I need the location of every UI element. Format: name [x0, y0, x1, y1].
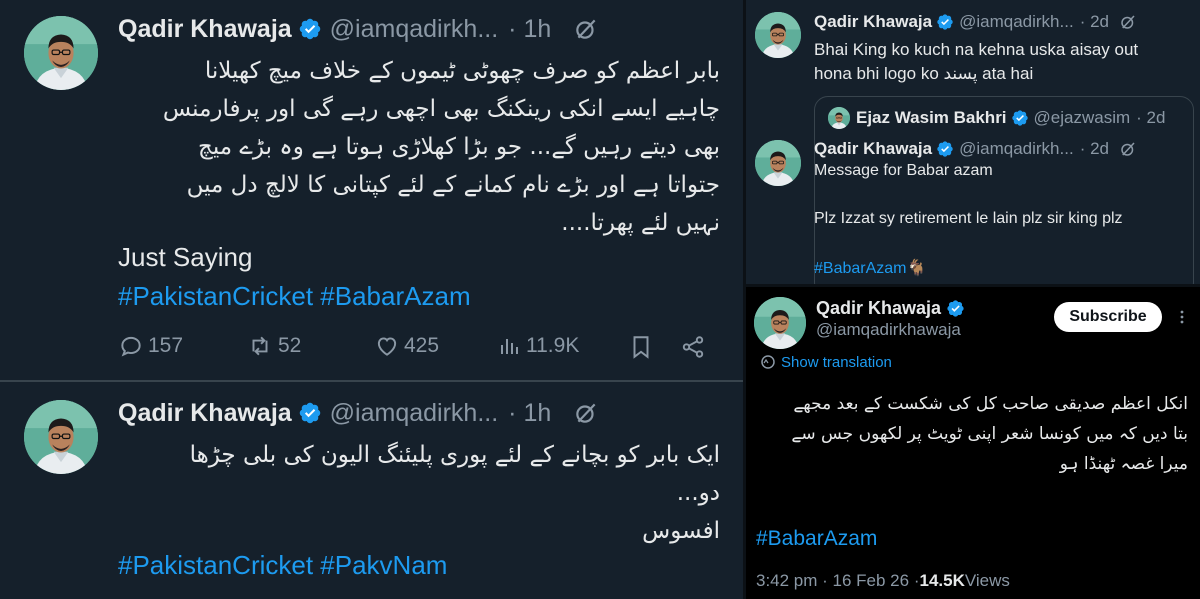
- urdu-line: میرا غصہ ٹھنڈا ہو: [1059, 454, 1188, 474]
- urdu-line: چاہیے ایسے انکی رینکنگ بھی اچھی رہے گی ا…: [162, 96, 720, 122]
- quoted-author-name[interactable]: Ejaz Wasim Bakhri: [856, 108, 1007, 128]
- grok-icon[interactable]: [1119, 13, 1137, 31]
- verified-badge-icon: [1011, 109, 1029, 127]
- avatar-image: [24, 16, 98, 90]
- reply-button[interactable]: 157: [118, 333, 183, 359]
- grok-icon[interactable]: [573, 400, 599, 426]
- author-handle[interactable]: @iamqadirkh...: [330, 399, 499, 428]
- urdu-line: افسوس: [642, 518, 720, 544]
- tweet-urdu-text: انکل اعظم صدیقی صاحب کل کی شکست کے بعد م…: [752, 389, 1188, 479]
- like-count: 425: [404, 334, 440, 357]
- avatar[interactable]: [24, 16, 98, 90]
- avatar[interactable]: [24, 400, 98, 474]
- urdu-line: انکل اعظم صدیقی صاحب کل کی شکست کے بعد م…: [793, 394, 1188, 414]
- urdu-line: دو...: [676, 480, 720, 506]
- views-count: 14.5K: [919, 571, 965, 590]
- heart-icon: [377, 337, 397, 356]
- grok-icon[interactable]: [573, 16, 599, 42]
- bookmark-icon[interactable]: [628, 334, 654, 360]
- author-handle[interactable]: @iamqadirkh...: [330, 15, 499, 44]
- verified-badge-icon: [298, 17, 322, 41]
- verified-badge-icon: [936, 140, 954, 158]
- urdu-line: بھی دیتے رہیں گے... جو بڑا کھلاڑی ہوتا ہ…: [198, 134, 720, 160]
- repost-count: 52: [278, 334, 302, 357]
- urdu-line: نہیں لئے پھرتا....: [561, 210, 720, 236]
- main-tweet[interactable]: Qadir Khawaja @iamqadirkh... · 1h بابر ا…: [0, 0, 743, 380]
- quoted-avatar[interactable]: [828, 107, 850, 129]
- text-line: hona bhi logo ko پسند ata hai: [814, 64, 1034, 83]
- tweet-hashtag[interactable]: #BabarAzam: [756, 527, 877, 551]
- reply-icon: [121, 336, 141, 357]
- author-name[interactable]: Qadir Khawaja: [118, 399, 292, 428]
- quoted-author-handle[interactable]: @ejazwasim: [1034, 108, 1131, 128]
- avatar-image: [828, 107, 850, 129]
- text-line: Bhai King ko kuch na kehna uska aisay ou…: [814, 40, 1139, 59]
- tweet-time[interactable]: · 2d: [1080, 12, 1109, 32]
- avatar-image: [754, 297, 806, 349]
- tweet-text-line: Message for Babar azam: [814, 162, 993, 179]
- tweet-hashtag[interactable]: #BabarAzam🐐: [814, 258, 926, 278]
- tweet-urdu-text: بابر اعظم کو صرف چھوٹی ٹیموں کے خلاف میچ…: [110, 52, 720, 242]
- repost-button[interactable]: 52: [246, 333, 301, 359]
- tweet-time[interactable]: · 2d: [1080, 139, 1109, 159]
- verified-badge-icon: [946, 299, 965, 318]
- author-name[interactable]: Qadir Khawaja: [118, 15, 292, 44]
- views-button[interactable]: 11.9K: [498, 333, 579, 359]
- author-name[interactable]: Qadir Khawaja: [814, 139, 932, 159]
- more-options-icon[interactable]: [1174, 309, 1190, 325]
- avatar[interactable]: [754, 297, 806, 349]
- urdu-line: ایک بابر کو بچانے کے لئے پوری پلیئنگ الی…: [189, 442, 720, 468]
- grok-icon[interactable]: [1119, 140, 1137, 158]
- reply-count: 157: [148, 334, 184, 357]
- tweet-hashtags[interactable]: #PakistanCricket #BabarAzam: [118, 281, 471, 312]
- tweet-text: Bhai King ko kuch na kehna uska aisay ou…: [814, 38, 1138, 86]
- urdu-line: جتواتا ہے اور بڑے نام کمانے کے لئے کپتان…: [186, 172, 720, 198]
- avatar-image: [755, 12, 801, 58]
- avatar[interactable]: [755, 12, 801, 58]
- tweet-timestamp[interactable]: 3:42 pm · 16 Feb 26 ·: [756, 571, 919, 591]
- views-count: 11.9K: [526, 334, 580, 357]
- author-handle[interactable]: @iamqadirkh...: [959, 139, 1074, 159]
- tweet-hashtags[interactable]: #PakistanCricket #PakvNam: [118, 550, 447, 581]
- avatar-image: [24, 400, 98, 474]
- avatar[interactable]: [755, 140, 801, 186]
- avatar-image: [755, 140, 801, 186]
- show-translation-link[interactable]: Show translation: [760, 351, 892, 373]
- quote-tweet-panel[interactable]: Qadir Khawaja @iamqadirkh... · 2d Bhai K…: [746, 0, 1200, 284]
- translate-icon: [761, 355, 775, 369]
- tweet-text-line: Plz Izzat sy retirement le lain plz sir …: [814, 210, 1123, 227]
- author-name[interactable]: Qadir Khawaja: [814, 12, 932, 32]
- views-label: Views: [964, 571, 1010, 590]
- second-tweet[interactable]: Qadir Khawaja @iamqadirkh... · 1h ایک با…: [0, 382, 743, 599]
- author-handle[interactable]: @iamqadirkhawaja: [816, 320, 961, 340]
- verified-badge-icon: [936, 13, 954, 31]
- share-icon[interactable]: [680, 334, 706, 360]
- show-translation-label: Show translation: [781, 353, 892, 371]
- author-handle[interactable]: @iamqadirkh...: [959, 12, 1074, 32]
- tweet-time[interactable]: · 1h: [508, 399, 551, 428]
- like-button[interactable]: 425: [374, 333, 439, 359]
- detail-tweet[interactable]: Qadir Khawaja @iamqadirkhawaja Subscribe…: [746, 287, 1200, 599]
- subscribe-button[interactable]: Subscribe: [1054, 302, 1162, 332]
- urdu-line: بتا دیں کہ میں کونسا شعر اپنی ٹویٹ پر لک…: [791, 424, 1188, 444]
- repost-icon: [252, 336, 268, 356]
- tweet-english-text: Just Saying: [118, 242, 253, 272]
- tweet-urdu-text: ایک بابر کو بچانے کے لئے پوری پلیئنگ الی…: [110, 436, 720, 550]
- views-icon: [501, 339, 518, 354]
- author-name[interactable]: Qadir Khawaja: [816, 298, 941, 319]
- quoted-tweet-time[interactable]: · 2d: [1136, 108, 1165, 128]
- tweet-time[interactable]: · 1h: [508, 15, 551, 44]
- verified-badge-icon: [298, 401, 322, 425]
- urdu-line: بابر اعظم کو صرف چھوٹی ٹیموں کے خلاف میچ…: [204, 58, 720, 84]
